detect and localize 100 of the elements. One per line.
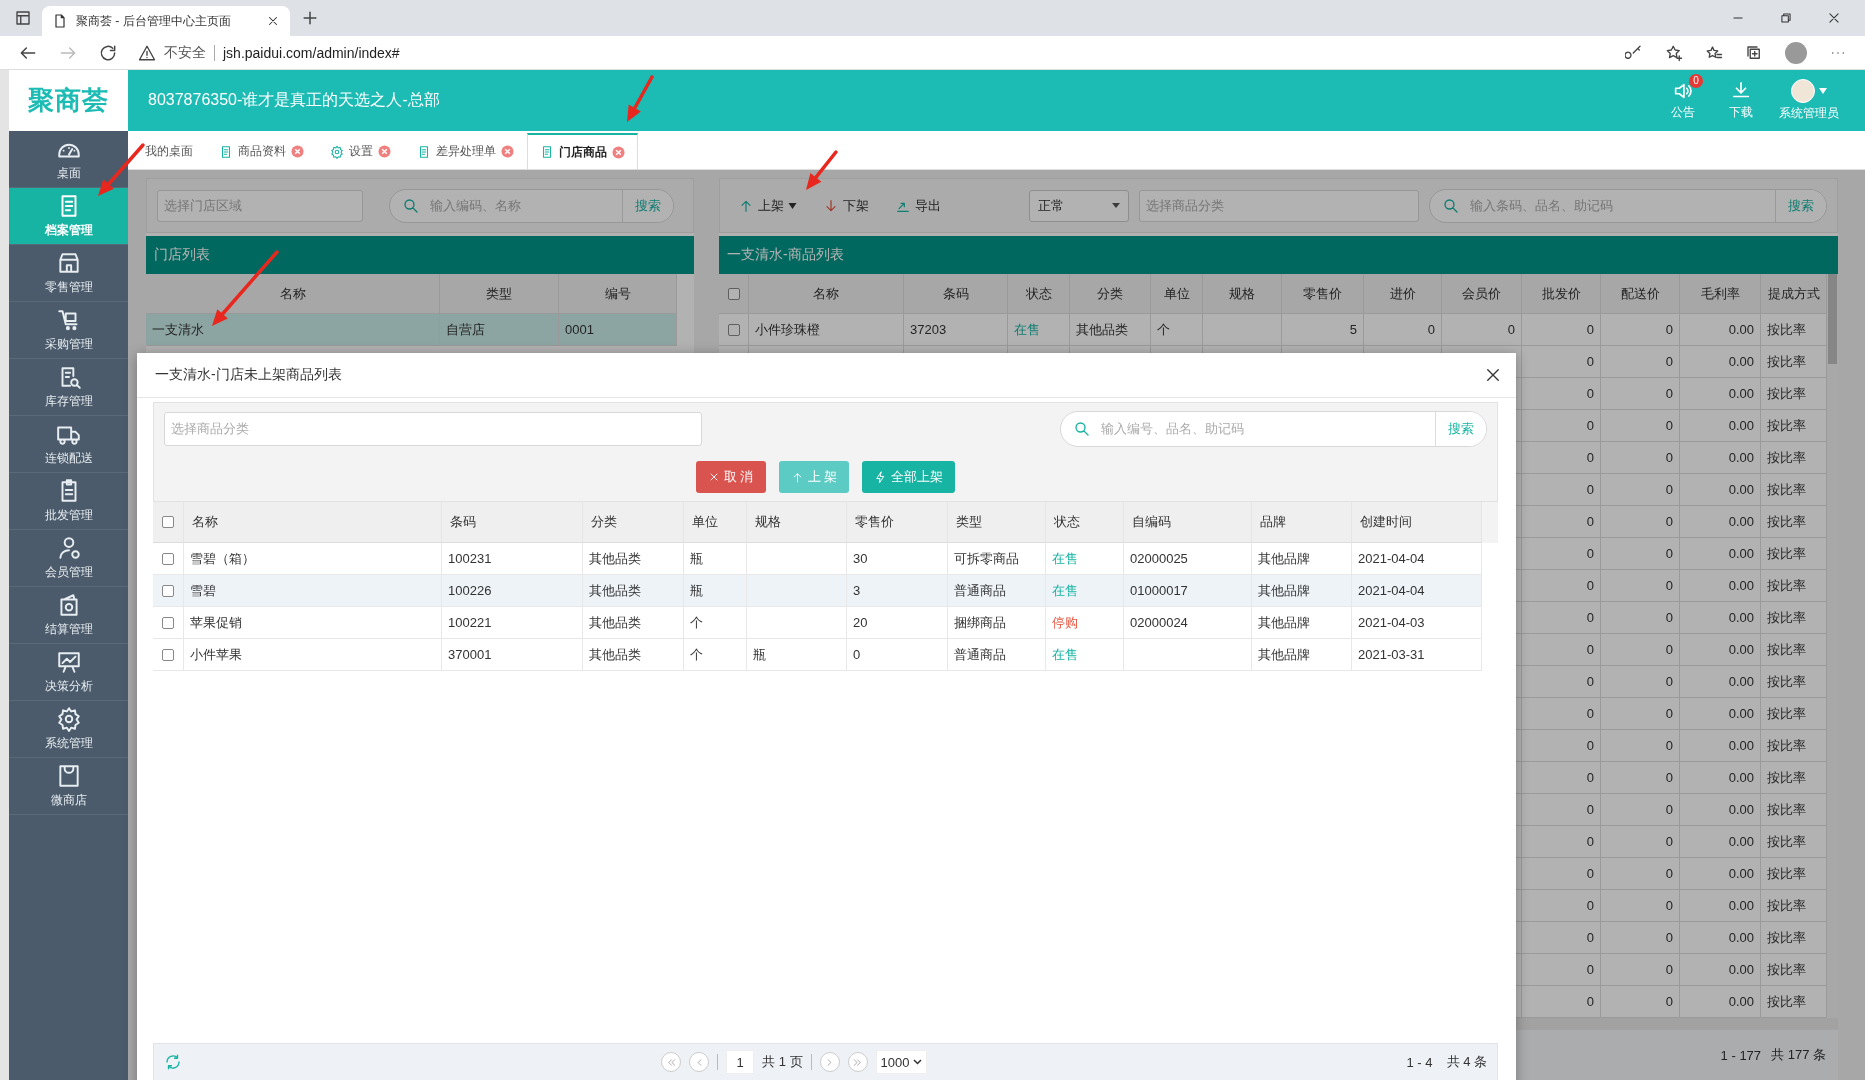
table-cell: 0.00 <box>1680 762 1761 794</box>
table-cell: 0.00 <box>1680 634 1761 666</box>
security-label: 不安全 <box>164 43 206 62</box>
notice-button[interactable]: 0 公告 <box>1671 74 1703 121</box>
checkbox[interactable] <box>162 616 174 629</box>
checkbox[interactable] <box>162 516 174 528</box>
table-cell: 0 <box>1442 314 1522 346</box>
toolbar-button[interactable]: 导出 <box>887 189 949 222</box>
caret-icon <box>913 1059 923 1065</box>
table-cell: 0 <box>1601 346 1680 378</box>
tab[interactable]: 我的桌面 <box>132 133 206 169</box>
settings-icon <box>55 706 82 732</box>
close-icon[interactable] <box>1484 366 1502 384</box>
tab[interactable]: 设置 <box>317 133 404 169</box>
table-cell: 0 <box>1522 346 1601 378</box>
status-select[interactable]: 正常 <box>1029 189 1129 222</box>
column-header: 规格 <box>747 502 847 543</box>
restore-icon[interactable] <box>1779 11 1793 25</box>
tab[interactable]: 差异处理单 <box>404 133 527 169</box>
column-header: 状态 <box>1046 502 1124 543</box>
checkbox[interactable] <box>162 552 174 565</box>
toolbar-button[interactable]: 下架 <box>815 189 877 222</box>
table-cell: 0.00 <box>1680 922 1761 954</box>
table-cell: 0 <box>1601 570 1680 602</box>
table-cell: 0 <box>1601 410 1680 442</box>
refresh-icon[interactable] <box>164 1053 182 1071</box>
tab[interactable]: 门店商品 <box>527 133 638 169</box>
collections-icon[interactable] <box>1745 43 1763 62</box>
table-cell: 0.00 <box>1680 794 1761 826</box>
column-header: 会员价 <box>1442 274 1522 314</box>
table-cell: 0.00 <box>1680 858 1761 890</box>
table-cell: 0.00 <box>1680 570 1761 602</box>
column-header: 创建时间 <box>1352 502 1482 543</box>
table-cell: 0 <box>1601 666 1680 698</box>
page-size-select[interactable]: 1000 <box>875 1050 928 1074</box>
warning-icon <box>138 43 156 62</box>
key-icon[interactable] <box>1625 43 1643 62</box>
table-cell: 其他品牌 <box>1252 575 1352 607</box>
table-row[interactable]: 小件苹果 370001 其他品类 个 瓶 0 普通商品 在售 其他品牌 2021-03-31 <box>153 639 1498 671</box>
table-cell: 0 <box>1364 314 1442 346</box>
table-cell: 0 <box>1601 858 1680 890</box>
table-cell: 02000024 <box>1124 607 1252 639</box>
column-header: 编号 <box>559 274 677 314</box>
checkbox[interactable] <box>162 584 174 597</box>
double-chevron-icon <box>665 1056 677 1068</box>
table-cell: 0 <box>1601 602 1680 634</box>
table-cell: 0 <box>1601 378 1680 410</box>
table-cell: 0.00 <box>1680 826 1761 858</box>
scrollbar[interactable] <box>1827 274 1838 1018</box>
tab-actions-icon[interactable] <box>14 9 32 27</box>
page-input[interactable]: 1 <box>726 1050 755 1074</box>
document-icon <box>540 145 554 159</box>
table-cell: 0 <box>1522 954 1601 986</box>
document-icon <box>219 144 233 159</box>
toolbar-button[interactable]: 上架 <box>730 189 805 222</box>
table-cell: 0 <box>1522 826 1601 858</box>
table-cell: 瓶 <box>684 575 747 607</box>
search-icon <box>1442 196 1460 215</box>
table-cell: 0.00 <box>1680 506 1761 538</box>
checkbox[interactable] <box>727 323 740 336</box>
table-row[interactable]: 苹果促销 100221 其他品类 个 20 捆绑商品 停购 02000024 其他品牌 2021-04-03 <box>153 607 1498 639</box>
star-add-icon[interactable] <box>1665 43 1683 62</box>
column-header: 提成方式 <box>1761 274 1827 314</box>
annotation-arrow <box>98 143 145 196</box>
column-header: 类型 <box>440 274 559 314</box>
checkbox[interactable] <box>162 648 174 661</box>
table-cell: 0 <box>1522 410 1601 442</box>
annotation-arrow <box>627 75 654 122</box>
dialog-title: 一支清水-门店未上架商品列表 <box>155 366 342 384</box>
column-header: 条码 <box>442 502 583 543</box>
table-cell: 0.00 <box>1680 698 1761 730</box>
column-header: 配送价 <box>1601 274 1680 314</box>
table-cell: 0.00 <box>1680 954 1761 986</box>
tab[interactable]: 商品资料 <box>206 133 317 169</box>
arrow-down-icon <box>823 197 839 214</box>
caret-icon <box>788 202 797 209</box>
url-text[interactable]: jsh.paidui.com/admin/index# <box>223 44 400 61</box>
table-cell: 0.00 <box>1680 410 1761 442</box>
column-header: 分类 <box>583 502 684 543</box>
table-cell: 0 <box>1522 474 1601 506</box>
column-header: 状态 <box>1008 274 1070 314</box>
table-cell: 0 <box>1601 922 1680 954</box>
table-cell: 0.00 <box>1680 890 1761 922</box>
table-cell: 自营店 <box>440 314 559 346</box>
browser-tab[interactable]: 聚商荟 - 后台管理中心主页面 <box>42 6 290 36</box>
table-cell: 0.00 <box>1680 730 1761 762</box>
checkbox[interactable] <box>727 287 740 300</box>
notice-badge: 0 <box>1689 74 1703 88</box>
table-row[interactable]: 雪碧 100226 其他品类 瓶 3 普通商品 在售 01000017 其他品牌 2021-04-04 <box>153 575 1498 607</box>
page-count: 共 1 页 <box>762 1053 803 1071</box>
column-header: 零售价 <box>1282 274 1364 314</box>
cancel-button[interactable]: 取 消 <box>695 461 766 493</box>
profile-icon[interactable] <box>1785 41 1807 64</box>
logo: 聚商荟 <box>9 70 128 131</box>
column-header: 分类 <box>1070 274 1151 314</box>
close-icon[interactable] <box>1827 11 1841 25</box>
caret-icon <box>1112 203 1120 208</box>
table-row[interactable]: 一支清水 自营店 0001 <box>146 314 694 346</box>
double-chevron-icon <box>852 1056 864 1068</box>
close-icon[interactable] <box>266 14 280 28</box>
